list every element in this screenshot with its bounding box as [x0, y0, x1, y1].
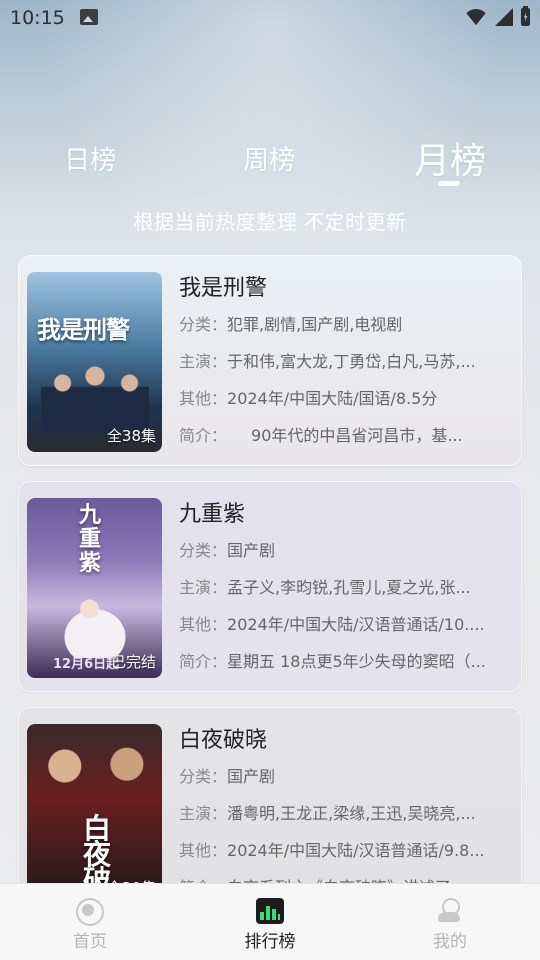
item-cast: 主演：潘粤明,王龙正,梁缘,王迅,吴晓亮,...	[179, 795, 509, 832]
category-label: 分类：	[179, 541, 228, 560]
cast-value: 潘粤明,王龙正,梁缘,王迅,吴晓亮,...	[227, 804, 476, 823]
item-other: 其他：2024年/中国大陆/汉语普通话/9.8...	[179, 832, 509, 869]
wifi-icon	[465, 8, 487, 26]
tab-indicator	[438, 181, 460, 186]
item-cast: 主演：孟子义,李昀锐,孔雪儿,夏之光,张...	[179, 569, 509, 606]
poster-figures	[27, 730, 162, 820]
list-item[interactable]: 九重紫 12月6日起 已完结 九重紫 分类：国产剧 主演：孟子义,李昀锐,孔雪儿…	[18, 481, 522, 692]
poster-figures	[41, 588, 149, 658]
category-label: 分类：	[179, 767, 228, 786]
cast-label: 主演：	[179, 804, 228, 823]
synopsis-value: 星期五 18点更5年少失母的窦昭（...	[227, 652, 486, 671]
category-value: 国产剧	[227, 767, 276, 786]
ranking-chart-icon	[256, 898, 284, 924]
bottom-navigation: 首页 排行榜 我的	[0, 883, 540, 960]
item-title: 白夜破晓	[179, 728, 268, 753]
other-value: 2024年/中国大陆/国语/8.5分	[227, 389, 438, 408]
episode-badge: 已完结	[110, 653, 156, 671]
ranking-subtitle: 根据当前热度整理 不定时更新	[133, 210, 407, 234]
status-time: 10:15	[10, 7, 65, 29]
item-synopsis: 简介：星期五 18点更5年少失母的窦昭（...	[179, 643, 509, 680]
image-icon	[80, 9, 98, 25]
synopsis-value: 90年代的中昌省河昌市，基...	[219, 426, 463, 445]
nav-home[interactable]: 首页	[30, 884, 150, 960]
battery-charging-icon	[521, 6, 530, 26]
category-value: 犯罪,剧情,国产剧,电视剧	[227, 315, 403, 334]
nav-mine[interactable]: 我的	[390, 884, 510, 960]
poster-image: 九重紫 12月6日起 已完结	[27, 498, 162, 678]
item-category: 分类：犯罪,剧情,国产剧,电视剧	[179, 306, 509, 343]
poster-title: 九重紫	[79, 503, 101, 576]
item-info: 白夜破晓 分类：国产剧 主演：潘粤明,王龙正,梁缘,王迅,吴晓亮,... 其他：…	[179, 724, 509, 906]
status-icons	[465, 6, 530, 26]
item-info: 九重紫 分类：国产剧 主演：孟子义,李昀锐,孔雪儿,夏之光,张... 其他：20…	[179, 498, 509, 680]
item-title: 我是刑警	[179, 276, 268, 301]
tab-monthly[interactable]: 月榜	[414, 132, 486, 184]
poster-date: 12月6日起	[53, 657, 120, 672]
list-item[interactable]: 我是刑警 全38集 我是刑警 分类：犯罪,剧情,国产剧,电视剧 主演：于和伟,富…	[18, 255, 522, 466]
synopsis-label: 简介：	[179, 426, 220, 445]
other-label: 其他：	[179, 389, 228, 408]
poster-title: 我是刑警	[37, 316, 130, 344]
cast-label: 主演：	[179, 352, 228, 371]
signal-icon	[495, 8, 513, 26]
cast-value: 于和伟,富大龙,丁勇岱,白凡,马苏,...	[227, 352, 476, 371]
nav-mine-label: 我的	[433, 932, 467, 952]
ranking-tabs: 日榜 周榜 月榜	[0, 132, 540, 192]
item-cast: 主演：于和伟,富大龙,丁勇岱,白凡,马苏,...	[179, 343, 509, 380]
tab-weekly[interactable]: 周榜	[243, 140, 295, 177]
item-synopsis: 简介： 90年代的中昌省河昌市，基...	[179, 417, 509, 454]
nav-ranking-label: 排行榜	[244, 932, 296, 952]
episode-badge: 全38集	[106, 427, 156, 445]
item-category: 分类：国产剧	[179, 532, 509, 569]
category-value: 国产剧	[227, 541, 276, 560]
cast-value: 孟子义,李昀锐,孔雪儿,夏之光,张...	[227, 578, 471, 597]
poster-image: 白夜破晓 全30集	[27, 724, 162, 904]
item-category: 分类：国产剧	[179, 758, 509, 795]
category-label: 分类：	[179, 315, 228, 334]
cast-label: 主演：	[179, 578, 228, 597]
other-label: 其他：	[179, 841, 228, 860]
item-info: 我是刑警 分类：犯罪,剧情,国产剧,电视剧 主演：于和伟,富大龙,丁勇岱,白凡,…	[179, 272, 509, 454]
home-icon	[76, 898, 104, 926]
poster-figures	[41, 362, 149, 432]
poster-image: 我是刑警 全38集	[27, 272, 162, 452]
item-other: 其他：2024年/中国大陆/国语/8.5分	[179, 380, 509, 417]
nav-home-label: 首页	[73, 932, 107, 952]
user-icon	[436, 898, 464, 924]
tab-daily[interactable]: 日榜	[64, 140, 116, 177]
other-label: 其他：	[179, 615, 228, 634]
item-title: 九重紫	[179, 502, 246, 527]
synopsis-label: 简介：	[179, 652, 228, 671]
item-other: 其他：2024年/中国大陆/汉语普通话/10....	[179, 606, 509, 643]
status-bar: 10:15	[0, 0, 540, 36]
other-value: 2024年/中国大陆/汉语普通话/10....	[227, 615, 485, 634]
nav-ranking[interactable]: 排行榜	[210, 884, 330, 960]
other-value: 2024年/中国大陆/汉语普通话/9.8...	[227, 841, 485, 860]
